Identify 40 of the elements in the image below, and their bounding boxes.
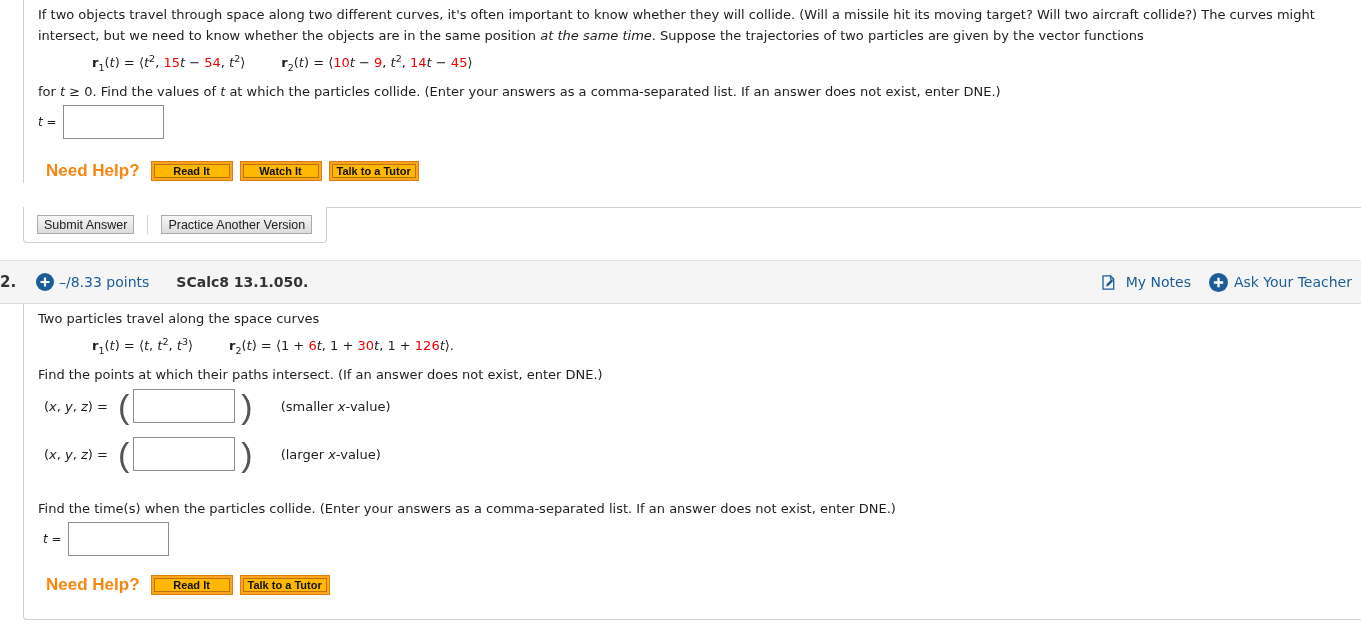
vector-formula: r$_{2}$(t) = ⟨10t − 9, t$^{2}$, 14t − 45⟩: [281, 51, 473, 75]
answer-label: (x, y, z) =: [44, 446, 109, 462]
help-button[interactable]: Talk to a Tutor: [328, 161, 419, 181]
answer-label: t =: [43, 532, 62, 546]
open-parenthesis: (: [118, 389, 130, 423]
answer-field[interactable]: [62, 105, 164, 139]
help-button[interactable]: Read It: [150, 575, 233, 595]
answer-field[interactable]: [133, 389, 236, 423]
question-text: If two objects travel through space along two different curves, it's often important to know whether they will collide. (Will a missile hit its moving target? Will two aircraft collide?) The curves might intersect, but we need to know whether the objects are in the same position at the same time. Suppose the trajectories of two particles are given by the vector functions: [38, 6, 1316, 45]
need-help-label: Need Help?: [46, 161, 140, 181]
answer-label: t =: [38, 115, 57, 129]
problem-code: SCalc8 13.1.050.: [176, 274, 309, 290]
action-button[interactable]: Submit Answer: [37, 215, 135, 234]
vector-formula: r$_{1}$(t) = ⟨t, t$^{2}$, t$^{3}$⟩: [92, 334, 193, 358]
close-parenthesis: ): [241, 437, 253, 471]
question-prompt: Find the time(s) when the particles collide. (Enter your answers as a comma-separated list. If an answer does not exist, enter DNE.): [38, 500, 897, 518]
question-prompt: Find the points at which their paths intersect. (If an answer does not exist, enter DNE.): [38, 366, 604, 384]
plus-circle-icon[interactable]: [36, 273, 54, 291]
ask-teacher-link[interactable]: Ask Your Teacher: [1208, 272, 1352, 292]
close-parenthesis: ): [241, 389, 253, 423]
need-help-label: Need Help?: [46, 575, 140, 595]
vector-formula: r$_{1}$(t) = ⟨t$^{2}$, 15t − 54, t$^{2}$⟩: [92, 51, 246, 75]
vector-formula: r$_{2}$(t) = ⟨1 + 6t, 1 + 30t, 1 + 126t⟩.: [229, 337, 454, 358]
action-button[interactable]: Practice Another Version: [161, 215, 313, 234]
question-number: 2.: [0, 273, 18, 291]
question-prompt: for t ≥ 0. Find the values of t at which the particles collide. (Enter your answers as a comma-separated list. If an answer does not exist, enter DNE.): [38, 83, 1002, 101]
help-button[interactable]: Watch It: [239, 161, 322, 181]
notes-link[interactable]: My Notes: [1101, 274, 1191, 290]
help-button[interactable]: Talk to a Tutor: [239, 575, 330, 595]
question-text: Two particles travel along the space curves: [38, 310, 321, 328]
answer-hint: (smaller x-value): [280, 398, 391, 414]
answer-label: (x, y, z) =: [44, 398, 109, 414]
open-parenthesis: (: [118, 437, 130, 471]
plus-circle-icon: [1208, 272, 1228, 292]
points-link[interactable]: –/8.33 points: [36, 273, 150, 291]
answer-hint: (larger x-value): [280, 446, 381, 462]
help-button[interactable]: Read It: [150, 161, 233, 181]
note-icon: [1101, 274, 1116, 290]
answer-field[interactable]: [133, 437, 236, 471]
answer-field[interactable]: [67, 522, 169, 556]
